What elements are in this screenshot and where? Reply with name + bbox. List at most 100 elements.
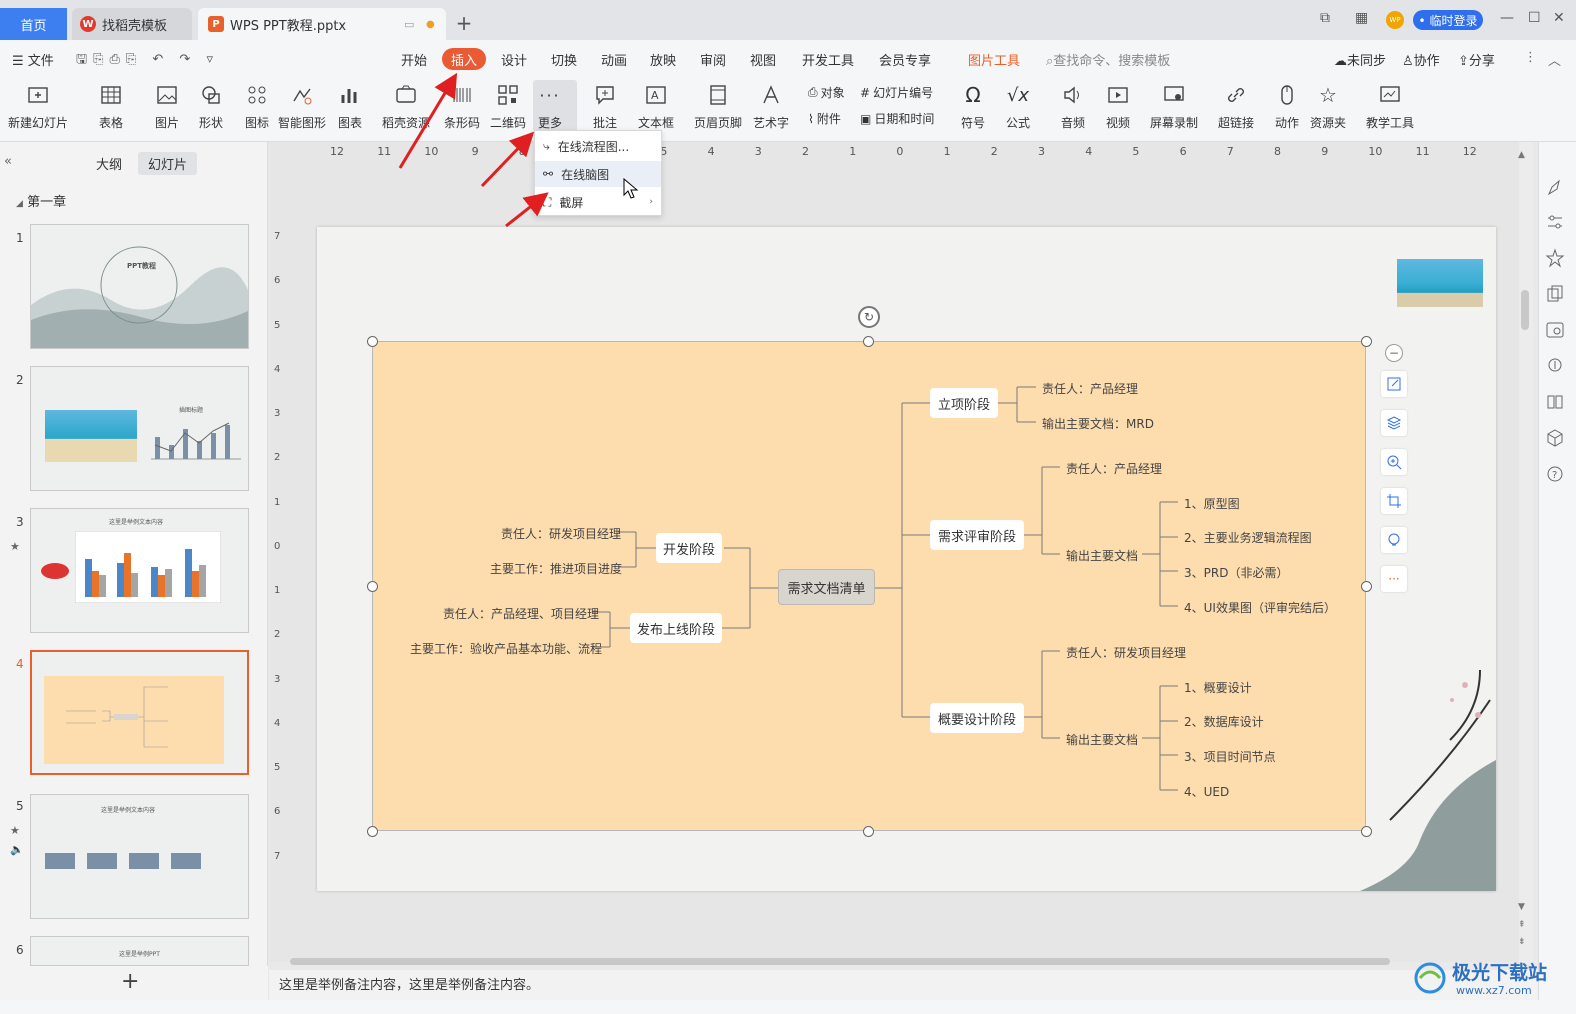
audio-button[interactable]: 音频 [1060, 82, 1086, 131]
add-slide-button[interactable]: + [121, 969, 139, 994]
vertical-scrollbar[interactable] [1519, 142, 1533, 962]
resize-handle[interactable] [367, 336, 378, 347]
horizontal-scroll-thumb[interactable] [290, 958, 1390, 965]
sliders-icon[interactable] [1545, 212, 1565, 232]
slide-number-button[interactable]: # 幻灯片编号 [860, 84, 933, 101]
minimize-icon[interactable]: — [1500, 10, 1514, 26]
icon-button[interactable]: 图标 [244, 82, 270, 131]
tab-home[interactable]: 首页 [0, 8, 67, 40]
symbol-button[interactable]: Ω 符号 [960, 82, 986, 131]
crop-icon[interactable] [1381, 488, 1407, 514]
chapter-heading[interactable]: ◢ 第一章 [16, 191, 66, 210]
new-tab-button[interactable]: + [452, 10, 476, 36]
vertical-scroll-thumb[interactable] [1521, 290, 1529, 330]
action-button[interactable]: 动作 [1274, 82, 1300, 131]
sync-status[interactable]: ☁未同步 [1334, 50, 1386, 69]
comment-button[interactable]: 批注 [592, 82, 618, 131]
menu-member[interactable]: 会员专享 [879, 50, 931, 69]
formula-button[interactable]: √x 公式 [1005, 82, 1031, 131]
book-icon[interactable] [1545, 392, 1565, 412]
datetime-button[interactable]: ▣ 日期和时间 [860, 110, 934, 127]
location-icon[interactable] [1545, 356, 1565, 376]
menu-review[interactable]: 审阅 [700, 50, 726, 69]
screen-record-button[interactable]: 屏幕录制 [1150, 82, 1198, 131]
resize-handle[interactable] [367, 581, 378, 592]
menu-picture-tools[interactable]: 图片工具 [968, 50, 1020, 69]
edit-icon[interactable] [1381, 371, 1407, 397]
resize-handle[interactable] [1361, 581, 1372, 592]
picture-button[interactable]: 图片 [154, 82, 180, 131]
share-button[interactable]: ⇪分享 [1458, 50, 1495, 69]
slide-thumbnail-6[interactable]: 这里是举例PPT [30, 936, 249, 966]
rotate-handle-icon[interactable]: ↻ [858, 306, 880, 328]
grid-icon[interactable]: ▦ [1355, 10, 1368, 26]
new-slide-button[interactable]: 新建幻灯片 [8, 82, 68, 131]
attachment-button[interactable]: ⌇ 附件 [808, 110, 841, 127]
lightbulb-icon[interactable] [1381, 527, 1407, 553]
more-tools-icon[interactable]: ··· [1381, 566, 1407, 592]
resize-handle[interactable] [863, 826, 874, 837]
monitor-icon[interactable]: ▭ [404, 18, 414, 31]
layout-icon[interactable]: ⧉ [1320, 10, 1330, 26]
smartart-button[interactable]: 智能图形 [278, 82, 326, 131]
resize-handle[interactable] [367, 826, 378, 837]
login-button[interactable]: • 临时登录 [1413, 10, 1483, 30]
notes-pane[interactable]: 这里是举例备注内容，这里是举例备注内容。 [269, 970, 1538, 1000]
slide-thumbnail-3[interactable]: 这里是举例文本内容 [30, 508, 249, 633]
next-slide-icon[interactable]: ⇟ [1518, 937, 1526, 947]
tab-outline[interactable]: 大纲 [86, 152, 132, 175]
mindmap-node-review[interactable]: 需求评审阶段 [930, 520, 1024, 550]
collapse-panel-icon[interactable]: « [4, 154, 12, 169]
quick-access-icons[interactable]: 🖫⎘⎙⎘ ↶ ↷ ▿ [76, 50, 219, 72]
resize-handle[interactable] [1361, 336, 1372, 347]
mindmap-node-initiation[interactable]: 立项阶段 [930, 388, 998, 418]
tab-document[interactable]: P WPS PPT教程.pptx ▭ ● [198, 8, 446, 40]
collapse-tools-icon[interactable]: − [1385, 344, 1403, 362]
mindmap-root-node[interactable]: 需求文档清单 [778, 569, 875, 605]
copy-icon[interactable] [1545, 284, 1565, 304]
layers-icon[interactable] [1381, 410, 1407, 436]
slide-thumbnail-5[interactable]: 这里是举例文本内容 [30, 794, 249, 919]
rocket-icon[interactable] [1545, 178, 1565, 198]
star-pin-icon[interactable] [1545, 248, 1565, 268]
zoom-in-icon[interactable] [1381, 449, 1407, 475]
help-icon[interactable]: ? [1545, 464, 1565, 484]
prev-slide-icon[interactable]: ⇞ [1518, 920, 1526, 930]
maximize-icon[interactable]: ☐ [1528, 10, 1541, 26]
menu-developer[interactable]: 开发工具 [802, 50, 854, 69]
collapse-ribbon-icon[interactable]: ︿ [1548, 50, 1561, 69]
more-menu-icon[interactable]: ⋮ [1524, 50, 1537, 65]
menu-animation[interactable]: 动画 [601, 50, 627, 69]
mindmap-node-design[interactable]: 概要设计阶段 [930, 703, 1024, 733]
avatar[interactable]: WP [1386, 11, 1404, 29]
tab-template[interactable]: W 找稻壳模板 [72, 8, 192, 40]
mindmap-node-release[interactable]: 发布上线阶段 [630, 613, 722, 643]
resize-handle[interactable] [1361, 826, 1372, 837]
slide-thumbnail-4[interactable] [30, 650, 249, 775]
tab-slides[interactable]: 幻灯片 [138, 152, 198, 175]
slide-thumbnail-1[interactable]: PPT教程 [30, 224, 249, 349]
file-menu[interactable]: ☰ 文件 [12, 50, 54, 69]
video-button[interactable]: 视频 [1105, 82, 1131, 131]
table-button[interactable]: 表格 [98, 82, 124, 131]
beach-picture[interactable] [1397, 259, 1483, 307]
menu-view[interactable]: 视图 [750, 50, 776, 69]
hyperlink-button[interactable]: 超链接 [1218, 82, 1254, 131]
chart-button[interactable]: 图表 [337, 82, 363, 131]
resize-handle[interactable] [863, 336, 874, 347]
wordart-button[interactable]: 艺术字 [753, 82, 789, 131]
mindmap-node-dev[interactable]: 开发阶段 [656, 533, 722, 563]
slide-thumbnail-2[interactable]: 插图标题 [30, 366, 249, 491]
resource-folder-button[interactable]: ☆ 资源夹 [1310, 82, 1346, 131]
header-footer-button[interactable]: 页眉页脚 [694, 82, 742, 131]
scroll-down-icon[interactable]: ▼ [1518, 902, 1525, 912]
scroll-up-icon[interactable]: ▲ [1518, 150, 1525, 160]
teaching-tools-button[interactable]: 教学工具 [1366, 82, 1414, 131]
collab-button[interactable]: ♙协作 [1402, 50, 1440, 69]
image-edit-icon[interactable] [1545, 320, 1565, 340]
search-command[interactable]: ⌕查找命令、搜索模板 [1046, 50, 1170, 69]
close-icon[interactable]: ✕ [1553, 10, 1565, 26]
menu-slideshow[interactable]: 放映 [650, 50, 676, 69]
cube-icon[interactable] [1545, 428, 1565, 448]
object-button[interactable]: ⎙ 对象 [808, 84, 845, 101]
